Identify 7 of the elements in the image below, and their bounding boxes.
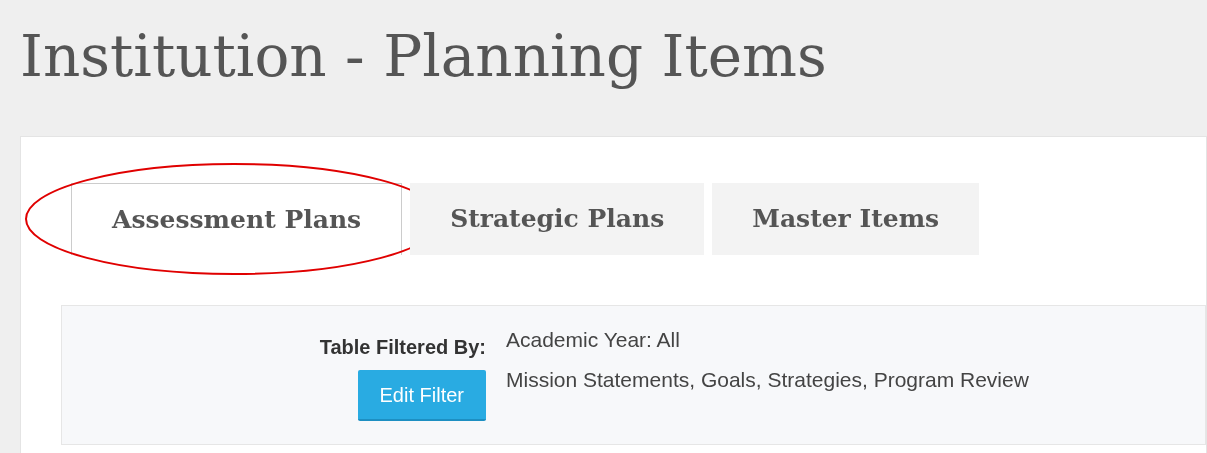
page-title: Institution - Planning Items	[20, 21, 827, 92]
filter-value: Academic Year: All	[506, 327, 681, 353]
filter-value: Mission Statements, Goals, Strategies, Program Review	[506, 366, 1029, 393]
tab[interactable]: Strategic Plans	[410, 183, 705, 255]
tab[interactable]: Master Items	[712, 183, 980, 255]
filter-label: Table Filtered By:	[319, 335, 486, 360]
tab[interactable]: Assessment Plans	[71, 183, 403, 255]
